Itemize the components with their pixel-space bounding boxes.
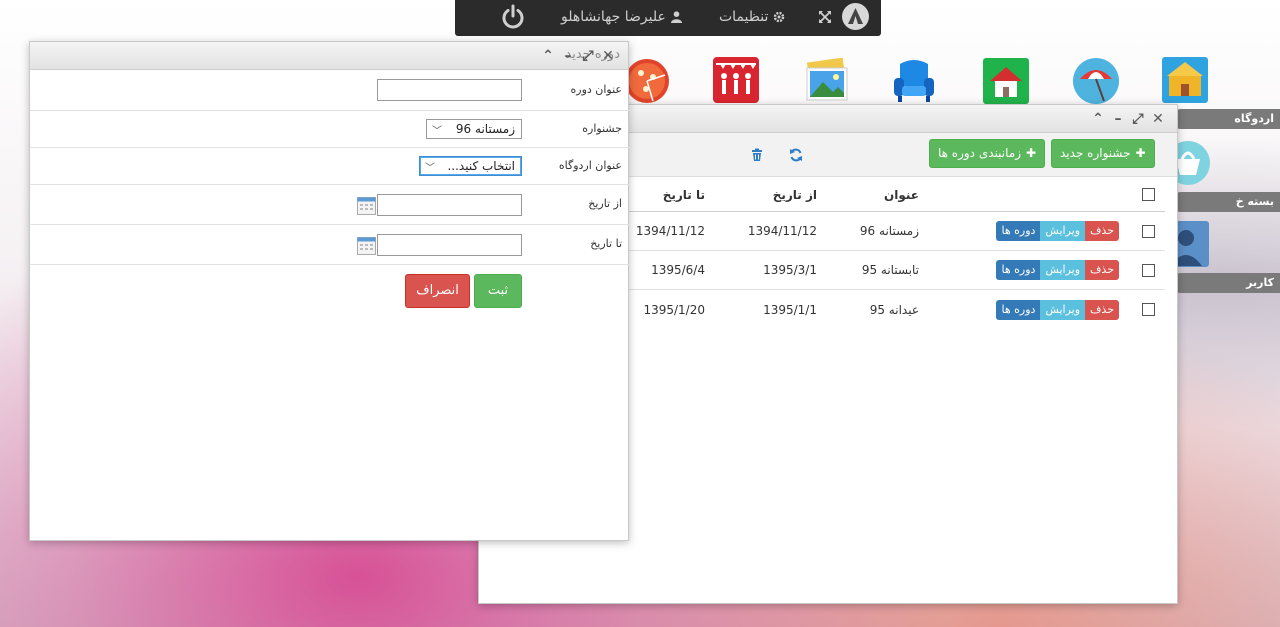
to-date-input[interactable] <box>377 234 522 256</box>
camp-value: انتخاب کنید... <box>447 159 515 173</box>
schedule-courses-label: زمانبندی دوره ها <box>938 146 1021 160</box>
home-icon[interactable] <box>982 57 1030 105</box>
beach-umbrella-icon[interactable] <box>1072 57 1120 105</box>
power-icon[interactable] <box>499 3 527 31</box>
close-icon[interactable]: ✕ <box>601 49 615 63</box>
fullscreen-icon[interactable] <box>818 10 832 24</box>
table-row[interactable]: حذف ویرایش دوره ها زمستانه 96 1394/11/12… <box>629 212 1165 251</box>
select-all-checkbox[interactable] <box>1141 188 1155 201</box>
new-festival-button[interactable]: ✚ جشنواره جدید <box>1051 139 1155 168</box>
course-title-input[interactable] <box>377 79 522 101</box>
row-title: عیدانه 95 <box>869 302 919 317</box>
schedule-courses-button[interactable]: ✚ زمانبندی دوره ها <box>929 139 1046 168</box>
dialog-header[interactable]: دوره جدید ⌃ – ⤢ ✕ <box>30 42 628 70</box>
settings-menu[interactable]: تنظیمات <box>719 9 785 25</box>
courses-button[interactable]: دوره ها <box>996 260 1041 280</box>
festival-label: جشنواره <box>582 122 622 135</box>
edit-button[interactable]: ویرایش <box>1040 260 1086 280</box>
maximize-icon[interactable]: ⤢ <box>581 49 595 63</box>
plus-icon: ✚ <box>1135 146 1146 160</box>
course-title-row: عنوان دوره <box>30 71 630 111</box>
to-date-row: تا تاریخ <box>30 225 630 265</box>
festival-row: جشنواره زمستانه 96 ﹀ <box>30 111 630 148</box>
row-from-date: 1394/11/12 <box>747 224 817 238</box>
armchair-icon[interactable] <box>890 56 938 104</box>
delete-button[interactable]: حذف <box>1085 299 1119 320</box>
top-bar: علیرضا جهانشاهلو تنظیمات <box>455 0 881 36</box>
to-date-label: تا تاریخ <box>590 237 622 250</box>
course-title-label: عنوان دوره <box>570 83 622 96</box>
courses-button[interactable]: دوره ها <box>996 299 1041 320</box>
calendar-icon[interactable] <box>357 197 376 215</box>
from-date-row: از تاریخ <box>30 185 630 225</box>
from-date-input[interactable] <box>377 194 522 216</box>
gear-icon <box>774 11 785 23</box>
row-checkbox[interactable] <box>1141 303 1155 316</box>
row-actions: حذف ویرایش دوره ها <box>996 299 1119 320</box>
window-controls: ⌃ – ⤢ ✕ <box>1091 112 1165 126</box>
column-to-date[interactable]: تا تاریخ <box>663 178 705 211</box>
save-button[interactable]: ثبت <box>474 274 522 308</box>
new-festival-label: جشنواره جدید <box>1060 146 1131 160</box>
delete-button[interactable]: حذف <box>1085 260 1119 280</box>
close-icon[interactable]: ✕ <box>1151 112 1165 126</box>
chevron-down-icon: ﹀ <box>432 126 442 137</box>
photos-icon[interactable] <box>803 56 851 104</box>
new-course-dialog: دوره جدید ⌃ – ⤢ ✕ عنوان دوره جشنواره زمس… <box>29 41 630 541</box>
camp-title-label: عنوان اردوگاه <box>558 159 622 172</box>
table-row[interactable]: حذف ویرایش دوره ها عیدانه 95 1395/1/1 13… <box>629 290 1165 329</box>
plus-icon: ✚ <box>1026 146 1037 160</box>
column-from-date[interactable]: از تاریخ <box>773 178 817 211</box>
column-title[interactable]: عنوان <box>884 178 919 211</box>
minimize-icon[interactable]: – <box>561 49 575 63</box>
edit-button[interactable]: ویرایش <box>1040 221 1086 241</box>
refresh-icon[interactable] <box>789 148 803 162</box>
row-from-date: 1395/1/1 <box>763 302 817 317</box>
camp-select[interactable]: انتخاب کنید... ﹀ <box>419 156 522 176</box>
table-header: عنوان از تاریخ تا تاریخ <box>629 178 1165 212</box>
row-title: زمستانه 96 <box>859 224 919 238</box>
user-name: علیرضا جهانشاهلو <box>561 9 666 25</box>
festivals-table: عنوان از تاریخ تا تاریخ حذف ویرایش دوره … <box>629 178 1165 329</box>
chevron-down-icon: ﹀ <box>425 163 435 174</box>
calendar-icon[interactable] <box>357 237 376 255</box>
user-icon <box>670 11 682 23</box>
delete-button[interactable]: حذف <box>1085 221 1119 241</box>
maximize-icon[interactable]: ⤢ <box>1131 112 1145 126</box>
minimize-icon[interactable]: – <box>1111 112 1125 126</box>
camp-icon[interactable] <box>1161 56 1209 104</box>
trash-icon[interactable] <box>750 148 764 162</box>
courses-button[interactable]: دوره ها <box>996 221 1041 241</box>
desktop-label-camps[interactable]: اردوگاه <box>1171 109 1280 129</box>
table-row[interactable]: حذف ویرایش دوره ها تابستانه 95 1395/3/1 … <box>629 251 1165 290</box>
cancel-button[interactable]: انصراف <box>405 274 470 308</box>
row-from-date: 1395/3/1 <box>763 263 817 277</box>
row-to-date: 1394/11/12 <box>635 224 705 238</box>
festival-value: زمستانه 96 <box>455 122 515 136</box>
edit-button[interactable]: ویرایش <box>1040 299 1086 320</box>
desktop-label-packages[interactable]: بسته خ <box>1171 192 1280 212</box>
row-checkbox[interactable] <box>1141 224 1155 238</box>
party-people-icon[interactable] <box>712 56 760 104</box>
tent-logo-icon[interactable] <box>842 3 869 30</box>
collapse-icon[interactable]: ⌃ <box>1091 112 1105 126</box>
collapse-icon[interactable]: ⌃ <box>541 49 555 63</box>
row-actions: حذف ویرایش دوره ها <box>996 260 1119 280</box>
settings-label: تنظیمات <box>719 9 769 25</box>
camp-title-row: عنوان اردوگاه انتخاب کنید... ﹀ <box>30 148 630 185</box>
from-date-label: از تاریخ <box>588 197 622 210</box>
desktop-label-users[interactable]: کاربر <box>1171 273 1280 293</box>
window-controls: ⌃ – ⤢ ✕ <box>541 49 615 63</box>
user-menu[interactable]: علیرضا جهانشاهلو <box>561 9 682 25</box>
row-checkbox[interactable] <box>1141 263 1155 277</box>
row-to-date: 1395/1/20 <box>643 302 705 317</box>
row-to-date: 1395/6/4 <box>651 263 705 277</box>
row-title: تابستانه 95 <box>861 263 919 277</box>
row-actions: حذف ویرایش دوره ها <box>996 221 1119 241</box>
festival-select[interactable]: زمستانه 96 ﹀ <box>426 119 522 139</box>
